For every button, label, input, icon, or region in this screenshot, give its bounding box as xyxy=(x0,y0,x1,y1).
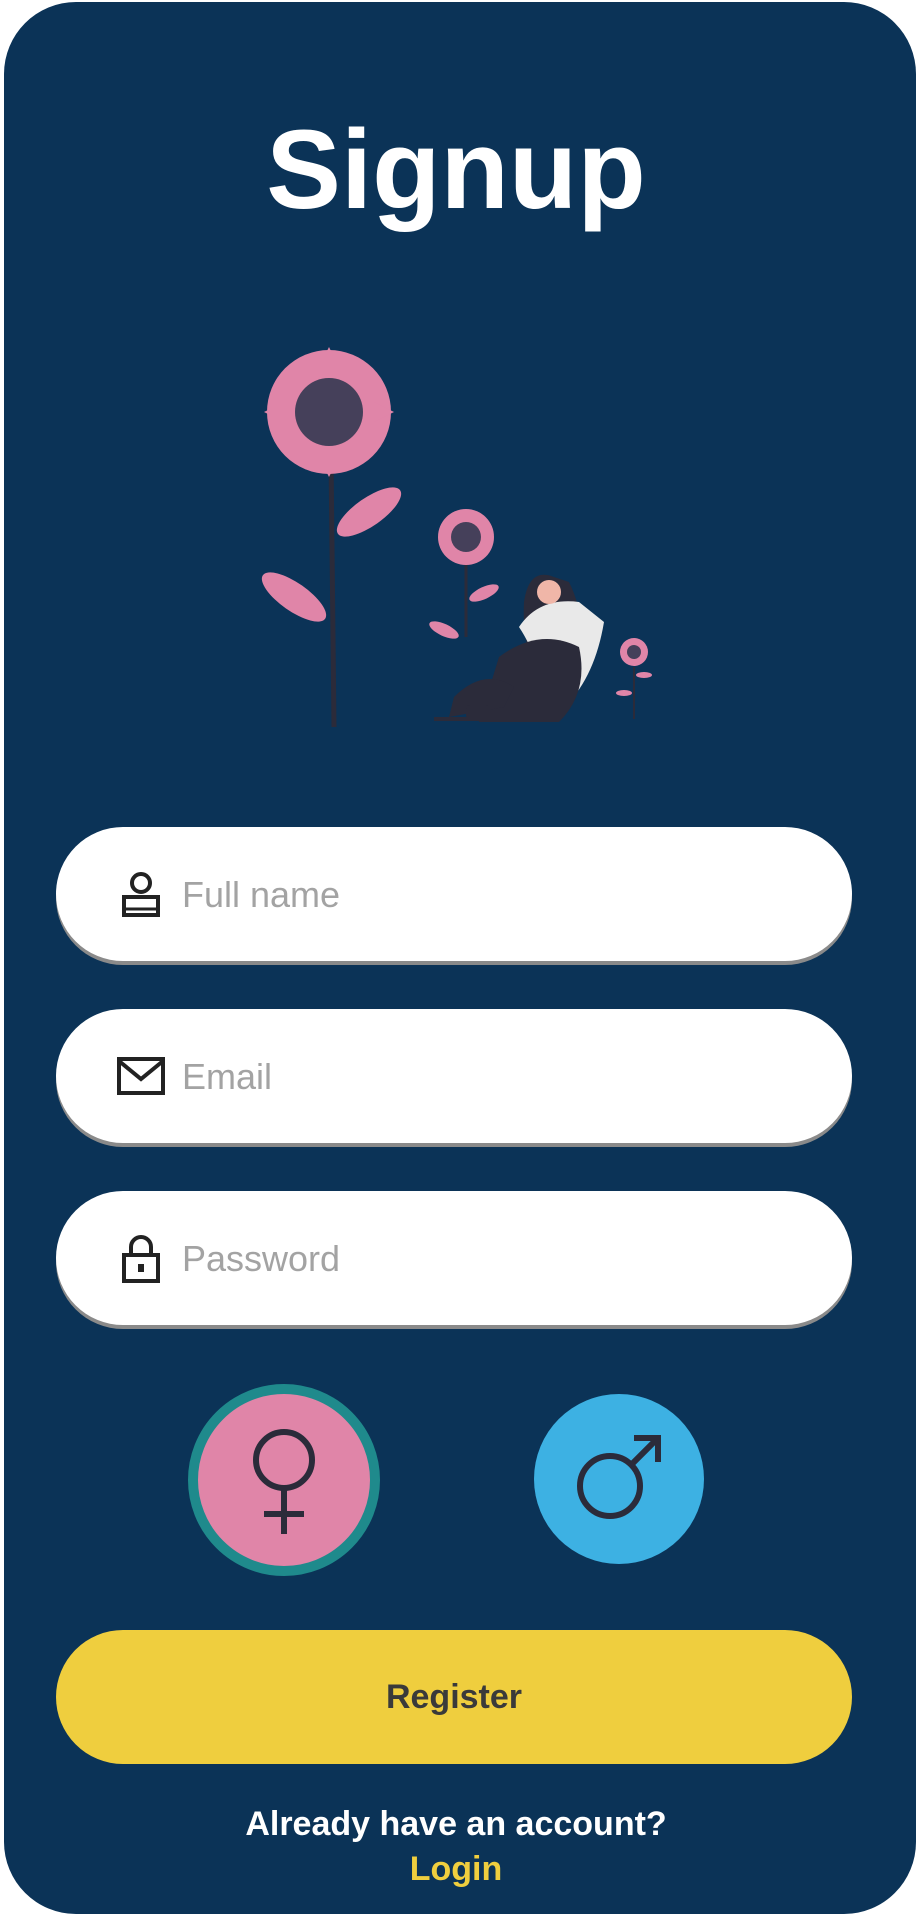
female-symbol-icon xyxy=(253,1429,315,1534)
small-sunflower xyxy=(616,638,652,719)
signup-screen: Signup Full name Email Register Already … xyxy=(4,2,916,1914)
already-have-account-text: Already have an account? xyxy=(245,1805,667,1843)
female-gender-button[interactable] xyxy=(188,1384,380,1576)
login-link[interactable]: Login xyxy=(4,1850,908,1889)
big-sunflower xyxy=(261,347,402,728)
mail-icon xyxy=(117,1057,165,1095)
user-icon xyxy=(122,872,160,917)
password-field[interactable] xyxy=(56,1191,852,1327)
email-input[interactable] xyxy=(180,1009,824,1145)
full-name-input[interactable] xyxy=(180,827,824,963)
register-button[interactable]: Register xyxy=(56,1630,852,1764)
male-gender-button[interactable] xyxy=(534,1394,704,1564)
password-input[interactable] xyxy=(180,1191,824,1327)
male-symbol-icon xyxy=(577,1435,661,1519)
email-field[interactable] xyxy=(56,1009,852,1145)
sitting-girl xyxy=(434,574,604,722)
sunflower-girl-illustration xyxy=(261,347,652,728)
medium-sunflower xyxy=(429,509,499,639)
lock-icon xyxy=(122,1235,160,1283)
full-name-field[interactable] xyxy=(56,827,852,963)
page-title: Signup xyxy=(266,107,646,232)
